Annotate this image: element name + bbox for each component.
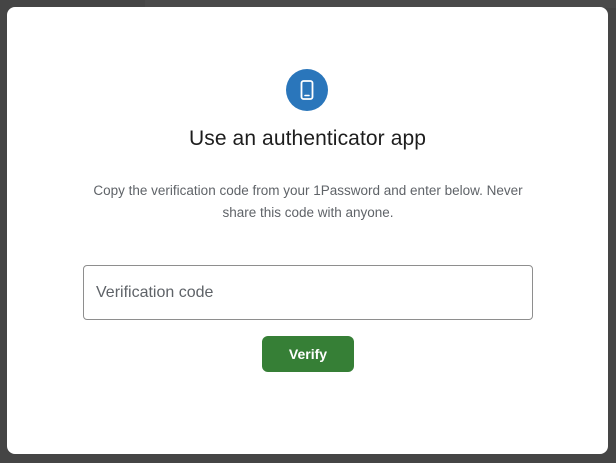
smartphone-icon	[286, 69, 328, 111]
dialog-description: Copy the verification code from your 1Pa…	[93, 183, 523, 220]
verification-code-input[interactable]	[83, 265, 533, 320]
dialog-title: Use an authenticator app	[188, 127, 427, 150]
authenticator-dialog: Use an authenticator app Copy the verifi…	[7, 7, 608, 454]
verify-button[interactable]: Verify	[262, 336, 354, 372]
